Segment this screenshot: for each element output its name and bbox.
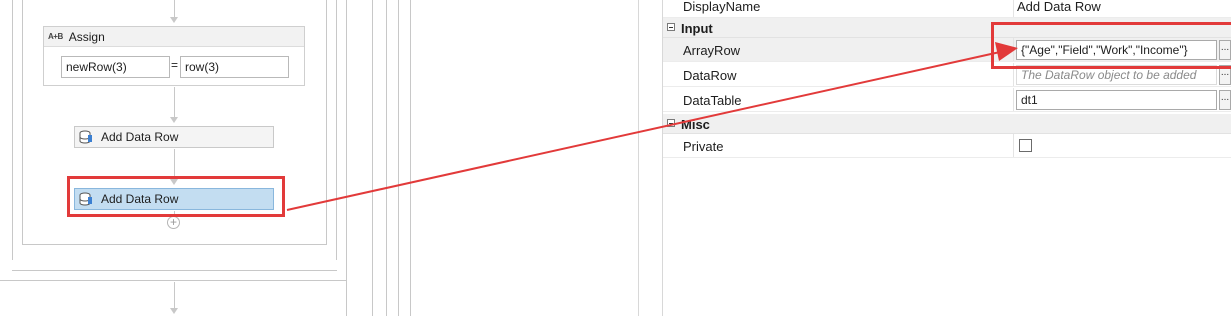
arrowhead-icon	[995, 42, 1018, 61]
annotation-arrow	[286, 42, 1018, 211]
